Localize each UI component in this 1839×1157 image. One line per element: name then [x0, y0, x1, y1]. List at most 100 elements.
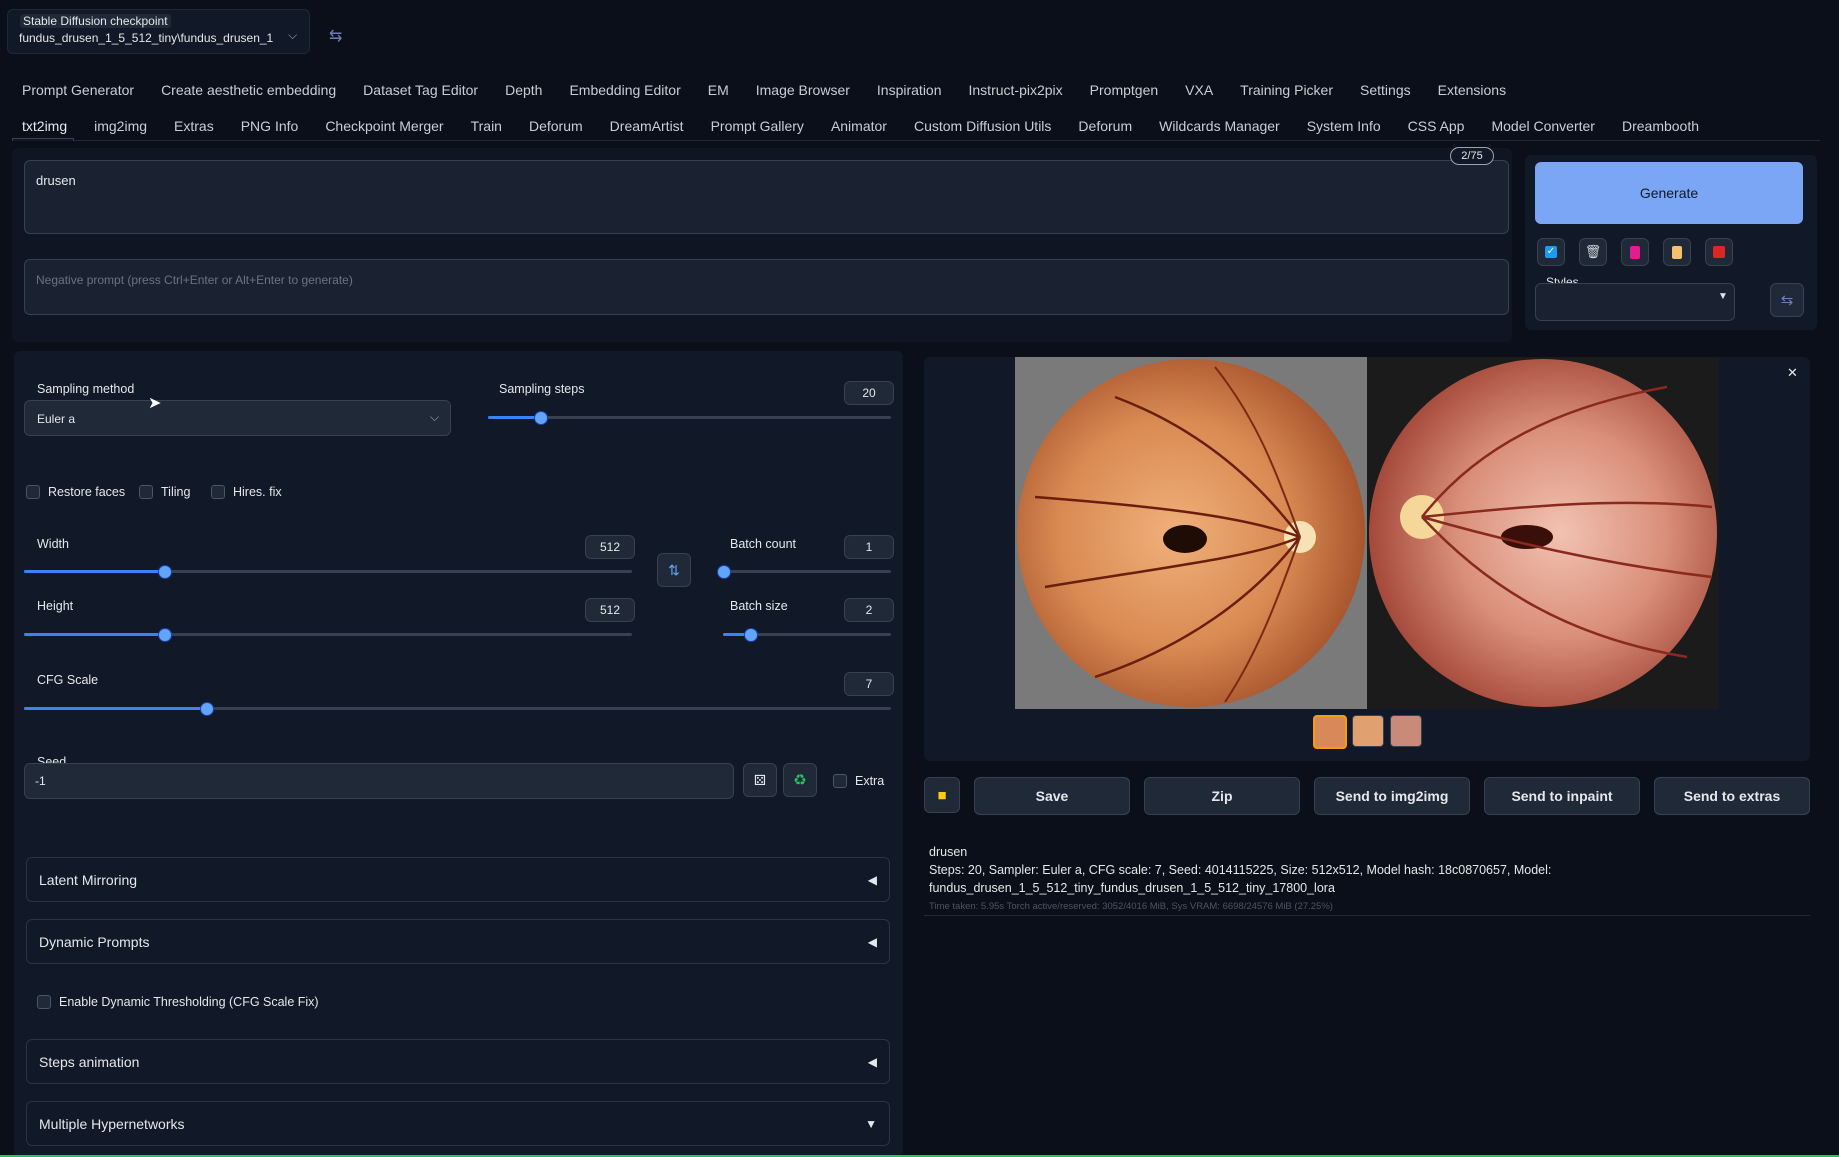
tab-dreamartist[interactable]: DreamArtist [610, 118, 698, 134]
width-input[interactable]: 512 [585, 535, 635, 559]
thumbnail-2[interactable] [1390, 715, 1422, 747]
sampling-steps-input[interactable]: 20 [844, 381, 894, 405]
batch-size-input[interactable]: 2 [844, 598, 894, 622]
tab-png-info[interactable]: PNG Info [241, 118, 313, 134]
height-slider[interactable] [24, 628, 632, 642]
restore-faces-box[interactable] [26, 485, 40, 499]
tab-promptgen[interactable]: Promptgen [1090, 82, 1172, 98]
tab-dataset-tag-editor[interactable]: Dataset Tag Editor [363, 82, 492, 98]
tab-extras[interactable]: Extras [174, 118, 228, 134]
tab-create-aesthetic-embedding[interactable]: Create aesthetic embedding [161, 82, 350, 98]
save-style-icon[interactable] [1705, 238, 1733, 266]
dynamic-prompts-accordion[interactable]: Dynamic Prompts ◀ [26, 919, 890, 964]
height-label: Height [37, 599, 74, 613]
restore-faces-checkbox[interactable]: Restore faces [26, 485, 125, 499]
latent-mirroring-accordion[interactable]: Latent Mirroring ◀ [26, 857, 890, 902]
tab-em[interactable]: EM [708, 82, 743, 98]
batch-count-slider[interactable] [717, 565, 891, 579]
cfg-scale-input[interactable]: 7 [844, 672, 894, 696]
refresh-checkpoint-icon[interactable]: ⇆ [329, 26, 342, 46]
tab-settings[interactable]: Settings [1360, 82, 1425, 98]
hires-fix-checkbox[interactable]: Hires. fix [211, 485, 282, 499]
tab-css-app[interactable]: CSS App [1408, 118, 1479, 134]
tiling-box[interactable] [139, 485, 153, 499]
multiple-hypernetworks-accordion[interactable]: Multiple Hypernetworks ▼ [26, 1101, 890, 1146]
send-to-extras-button[interactable]: Send to extras [1654, 777, 1810, 815]
cfg-scale-label: CFG Scale [37, 673, 99, 687]
tab-dreambooth[interactable]: Dreambooth [1622, 118, 1713, 134]
output-image-2[interactable] [1367, 357, 1719, 709]
steps-animation-accordion[interactable]: Steps animation ◀ [26, 1039, 890, 1084]
extra-networks-icon[interactable] [1621, 238, 1649, 266]
extra-seed-checkbox[interactable]: Extra [833, 774, 884, 788]
batch-size-slider[interactable] [723, 628, 891, 642]
clipboard-icon[interactable] [1663, 238, 1691, 266]
tiling-checkbox[interactable]: Tiling [139, 485, 190, 499]
zip-button[interactable]: Zip [1144, 777, 1300, 815]
width-slider[interactable] [24, 565, 632, 579]
tab-model-converter[interactable]: Model Converter [1491, 118, 1609, 134]
paste-icon[interactable]: ✓ [1537, 238, 1565, 266]
tab-prompt-gallery[interactable]: Prompt Gallery [711, 118, 818, 134]
trash-icon[interactable]: 🗑 [1579, 238, 1607, 266]
tab-deforum-2[interactable]: Deforum [1078, 118, 1146, 134]
tab-custom-diffusion-utils[interactable]: Custom Diffusion Utils [914, 118, 1065, 134]
dice-icon[interactable]: ⚄ [743, 763, 777, 797]
seed-value: -1 [35, 774, 46, 788]
width-fill [24, 570, 164, 573]
open-folder-icon[interactable]: ■ [924, 777, 960, 813]
output-image-1[interactable] [1015, 357, 1367, 709]
thumbnail-1[interactable] [1352, 715, 1384, 747]
extra-seed-box[interactable] [833, 774, 847, 788]
tab-inspiration[interactable]: Inspiration [877, 82, 956, 98]
tab-checkpoint-merger[interactable]: Checkpoint Merger [325, 118, 457, 134]
tab-system-info[interactable]: System Info [1307, 118, 1395, 134]
tab-animator[interactable]: Animator [831, 118, 901, 134]
dynamic-thresholding-checkbox[interactable]: Enable Dynamic Thresholding (CFG Scale F… [37, 995, 319, 1009]
tab-image-browser[interactable]: Image Browser [756, 82, 864, 98]
close-icon[interactable]: ✕ [1787, 365, 1798, 381]
height-handle[interactable] [157, 628, 172, 642]
fundus-image-1 [1017, 359, 1365, 707]
prompt-text: drusen [36, 173, 76, 188]
tab-img2img[interactable]: img2img [94, 118, 161, 134]
generate-button[interactable]: Generate [1535, 162, 1803, 224]
cfg-scale-slider[interactable] [24, 702, 891, 716]
tab-training-picker[interactable]: Training Picker [1240, 82, 1347, 98]
send-to-inpaint-button[interactable]: Send to inpaint [1484, 777, 1640, 815]
seed-input[interactable]: -1 [24, 763, 734, 799]
batch-count-input[interactable]: 1 [844, 535, 894, 559]
styles-dropdown[interactable]: ▼ [1535, 283, 1735, 321]
batch-size-handle[interactable] [743, 628, 758, 642]
swap-dimensions-icon[interactable]: ⇅ [657, 553, 691, 587]
hires-fix-box[interactable] [211, 485, 225, 499]
tab-wildcards-manager[interactable]: Wildcards Manager [1159, 118, 1294, 134]
sampling-method-dropdown[interactable]: Euler a ⌵ [24, 400, 451, 436]
tab-embedding-editor[interactable]: Embedding Editor [569, 82, 694, 98]
tab-extensions[interactable]: Extensions [1438, 82, 1520, 98]
tab-train[interactable]: Train [471, 118, 516, 134]
tab-prompt-generator[interactable]: Prompt Generator [22, 82, 148, 98]
batch-count-handle[interactable] [717, 565, 731, 579]
tab-instruct-pix2pix[interactable]: Instruct-pix2pix [969, 82, 1077, 98]
send-to-img2img-button[interactable]: Send to img2img [1314, 777, 1470, 815]
apply-style-icon[interactable]: ⇆ [1770, 283, 1804, 317]
tab-deforum[interactable]: Deforum [529, 118, 597, 134]
thumbnail-grid[interactable] [1313, 715, 1347, 749]
dynamic-thresholding-box[interactable] [37, 995, 51, 1009]
save-button[interactable]: Save [974, 777, 1130, 815]
tab-depth[interactable]: Depth [505, 82, 556, 98]
recycle-icon[interactable]: ♻ [783, 763, 817, 797]
checkpoint-dropdown[interactable]: Stable Diffusion checkpoint fundus_druse… [7, 9, 310, 54]
height-input[interactable]: 512 [585, 598, 635, 622]
tab-txt2img[interactable]: txt2img [22, 118, 81, 134]
tab-vxa[interactable]: VXA [1185, 82, 1227, 98]
sampling-steps-slider[interactable] [488, 411, 891, 425]
negative-prompt-input[interactable]: Negative prompt (press Ctrl+Enter or Alt… [24, 259, 1509, 315]
sampling-method-label: Sampling method [37, 382, 135, 396]
width-handle[interactable] [157, 565, 172, 579]
chevron-down-icon: ⌵ [288, 28, 298, 42]
cfg-scale-handle[interactable] [200, 702, 215, 716]
width-label: Width [37, 537, 69, 551]
prompt-input[interactable]: drusen [24, 160, 1509, 234]
